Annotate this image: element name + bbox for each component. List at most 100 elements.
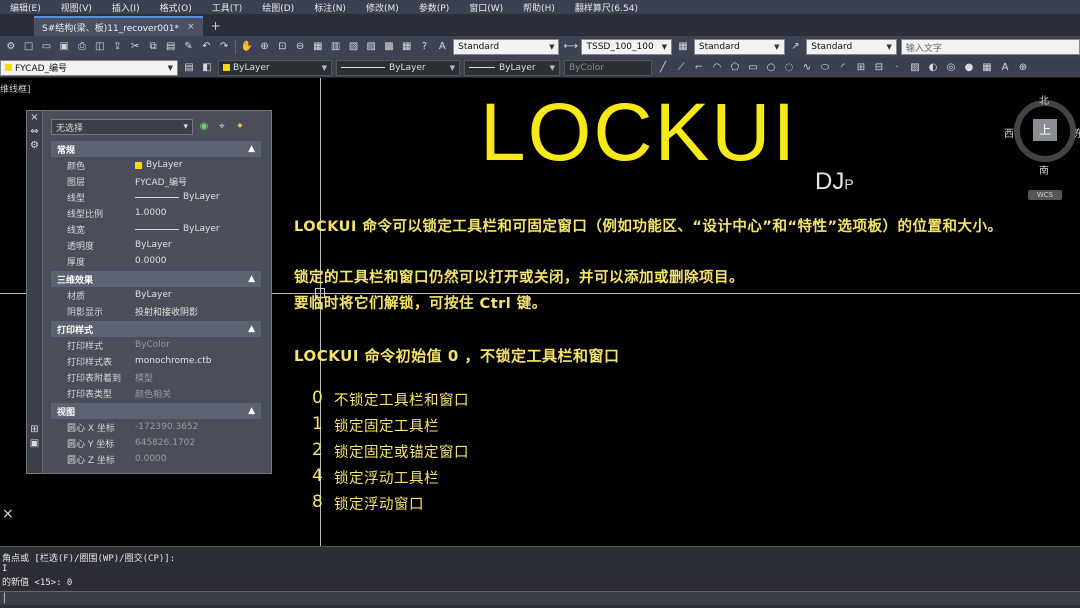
gradient-icon[interactable]: ◐ [926, 61, 940, 75]
mleader-style-icon[interactable]: ↗ [789, 40, 803, 54]
cut-icon[interactable]: ✂ [128, 40, 142, 54]
toggle-pickadd-icon[interactable]: ◉ [197, 120, 211, 134]
viewport-label[interactable]: 维线框] [0, 82, 31, 95]
point-icon[interactable]: · [890, 61, 904, 75]
dim-style-icon[interactable]: ⟷ [563, 40, 577, 54]
menu-format[interactable]: 格式(O) [150, 1, 202, 14]
property-row[interactable]: 厚度 0.0000 [51, 253, 261, 269]
section-general[interactable]: 常规 ▲ [51, 141, 261, 157]
new-file-icon[interactable]: □ [22, 40, 36, 54]
select-objects-icon[interactable]: ⌖ [215, 120, 229, 134]
ellipse-icon[interactable]: ⬭ [818, 61, 832, 75]
table-style-icon[interactable]: ▦ [676, 40, 690, 54]
property-row[interactable]: 线型比例 1.0000 [51, 205, 261, 221]
section-plot-style[interactable]: 打印样式 ▲ [51, 321, 261, 337]
new-tab-icon[interactable]: + [211, 19, 221, 33]
hatch-icon[interactable]: ▨ [908, 61, 922, 75]
menu-dimension[interactable]: 标注(N) [304, 1, 356, 14]
copy-icon[interactable]: ⧉ [146, 40, 160, 54]
help-icon[interactable]: ? [418, 40, 432, 54]
save-icon[interactable]: ▣ [57, 40, 71, 54]
viewcube[interactable]: 上 北 西 东 南 WCS [1004, 92, 1080, 202]
spline-icon[interactable]: ∿ [800, 61, 814, 75]
tool-palettes-icon[interactable]: ▧ [347, 40, 361, 54]
viewcube-top-face[interactable]: 上 [1033, 119, 1057, 141]
menu-help[interactable]: 帮助(H) [513, 1, 565, 14]
close-tab-icon[interactable]: × [187, 22, 195, 32]
viewcube-south[interactable]: 南 [1039, 162, 1049, 177]
open-file-icon[interactable]: ▭ [40, 40, 54, 54]
color-dropdown[interactable]: ByLayer ▼ [218, 59, 332, 76]
property-row[interactable]: 圆心 X 坐标 -172390.3652 [51, 419, 261, 435]
section-view[interactable]: 视图 ▲ [51, 403, 261, 419]
property-row[interactable]: 线宽 ByLayer [51, 221, 261, 237]
property-row[interactable]: 阴影显示 投射和接收阴影 [51, 303, 261, 319]
menu-draw[interactable]: 绘图(D) [252, 1, 304, 14]
app-gear-icon[interactable]: ⚙ [4, 40, 18, 54]
menu-parametric[interactable]: 参数(P) [409, 1, 459, 14]
menu-view[interactable]: 视图(V) [51, 1, 102, 14]
autohide-icon[interactable]: ⇔ [27, 125, 42, 139]
mtext-icon[interactable]: A [998, 61, 1012, 75]
rectangle-icon[interactable]: ▭ [746, 61, 760, 75]
selection-dropdown[interactable]: 无选择 ▾ [51, 119, 193, 135]
text-style-icon[interactable]: A [435, 40, 449, 54]
sheet-set-icon[interactable]: ▨ [364, 40, 378, 54]
make-block-icon[interactable]: ⊟ [872, 61, 886, 75]
circle-icon[interactable]: ○ [764, 61, 778, 75]
pan-icon[interactable]: ✋ [240, 40, 254, 54]
donut-icon[interactable]: ● [962, 61, 976, 75]
document-tab[interactable]: S#结构(梁、板)11_recover001* × [34, 16, 203, 36]
menu-window[interactable]: 窗口(W) [459, 1, 513, 14]
layer-dropdown[interactable]: FYCAD_编号 ▼ [0, 59, 178, 76]
arc-icon[interactable]: ◠ [710, 61, 724, 75]
wcs-menu[interactable]: WCS [1028, 190, 1062, 200]
properties-icon[interactable]: ▦ [311, 40, 325, 54]
property-row[interactable]: 线型 ByLayer [51, 189, 261, 205]
command-input[interactable]: ▏ [0, 591, 1080, 605]
redo-icon[interactable]: ↷ [217, 40, 231, 54]
lineweight-dropdown[interactable]: ByLayer ▼ [464, 59, 560, 76]
viewcube-east[interactable]: 东 [1074, 125, 1080, 140]
property-row[interactable]: 打印表类型 颜色相关 [51, 385, 261, 401]
menu-insert[interactable]: 插入(I) [102, 1, 150, 14]
table-style-dropdown[interactable]: Standard ▼ [693, 39, 785, 55]
property-row[interactable]: 图层 FYCAD_编号 [51, 173, 261, 189]
property-row[interactable]: 打印表附着到 模型 [51, 369, 261, 385]
palette-options-icon[interactable]: ⚙ [27, 139, 42, 153]
construction-line-icon[interactable]: ⟋ [674, 61, 688, 75]
polygon-icon[interactable]: ⬠ [728, 61, 742, 75]
close-palette-icon[interactable]: × [27, 111, 42, 125]
calculator-icon[interactable]: ▦ [400, 40, 414, 54]
paste-icon[interactable]: ▤ [164, 40, 178, 54]
viewcube-west[interactable]: 西 [1004, 125, 1014, 140]
property-row[interactable]: 材质 ByLayer [51, 287, 261, 303]
preview-icon[interactable]: ◫ [93, 40, 107, 54]
palette-drag-icon[interactable]: ▣ [27, 437, 42, 451]
linetype-dropdown[interactable]: ByLayer ▼ [336, 59, 460, 76]
layer-properties-icon[interactable]: ▤ [182, 61, 196, 75]
mleader-style-dropdown[interactable]: Standard ▼ [806, 39, 897, 55]
undo-icon[interactable]: ↶ [199, 40, 213, 54]
zoom-previous-icon[interactable]: ⊖ [293, 40, 307, 54]
make-current-icon[interactable]: ◧ [200, 61, 214, 75]
quick-select-icon[interactable]: ✦ [233, 120, 247, 134]
property-row[interactable]: 圆心 Z 坐标 0.0000 [51, 451, 261, 467]
text-style-dropdown[interactable]: Standard ▼ [453, 39, 560, 55]
insert-block-icon[interactable]: ⊞ [854, 61, 868, 75]
viewcube-north[interactable]: 北 [1039, 92, 1049, 107]
line-icon[interactable]: ╱ [656, 61, 670, 75]
publish-icon[interactable]: ⇪ [111, 40, 125, 54]
table-icon[interactable]: ▦ [980, 61, 994, 75]
zoom-realtime-icon[interactable]: ⊕ [258, 40, 272, 54]
menu-tools[interactable]: 工具(T) [202, 1, 253, 14]
property-row[interactable]: 颜色 ByLayer [51, 157, 261, 173]
match-properties-icon[interactable]: ✎ [182, 40, 196, 54]
polyline-icon[interactable]: ⌐ [692, 61, 706, 75]
search-input[interactable]: 输入文字 [900, 39, 1080, 55]
menu-edit[interactable]: 编辑(E) [0, 1, 51, 14]
ellipse-arc-icon[interactable]: ◜ [836, 61, 850, 75]
print-icon[interactable]: ⎙ [75, 40, 89, 54]
section-3d-effects[interactable]: 三维效果 ▲ [51, 271, 261, 287]
property-row[interactable]: 打印样式表 monochrome.ctb [51, 353, 261, 369]
